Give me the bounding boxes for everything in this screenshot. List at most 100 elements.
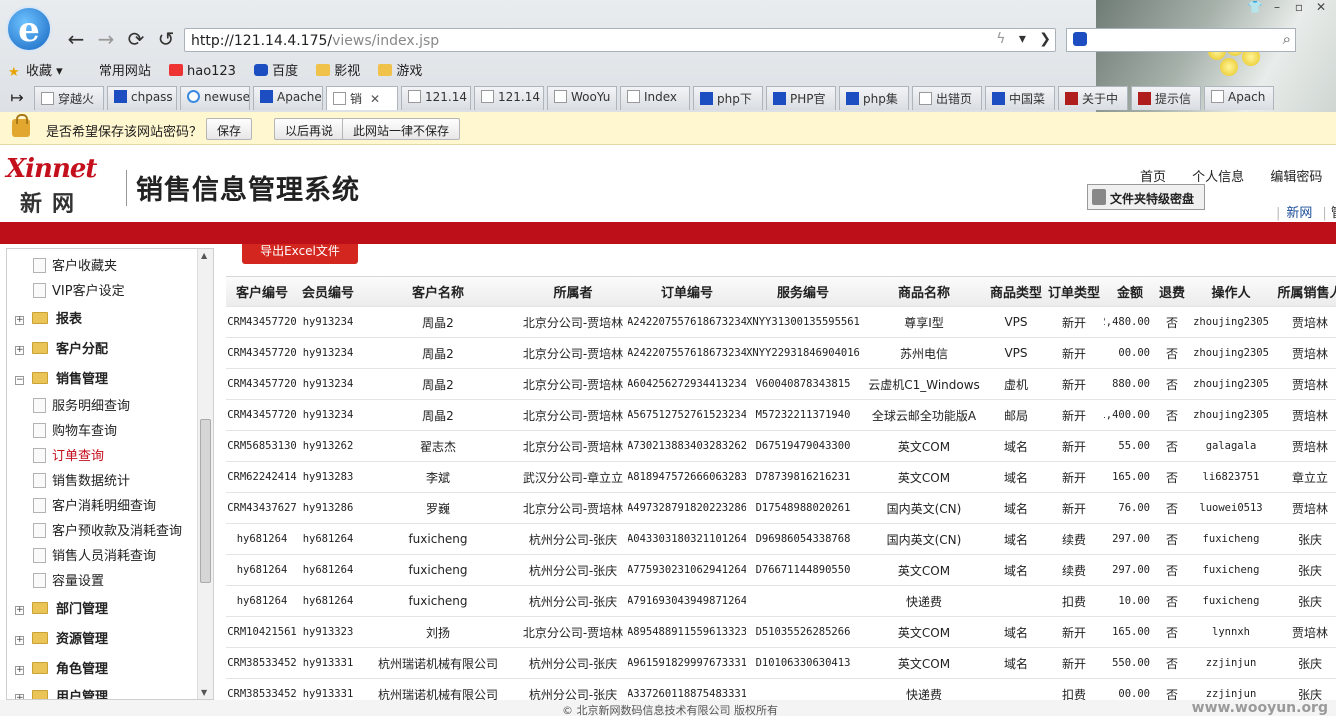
address-url[interactable]: http://121.14.4.175/views/index.jsp — [191, 33, 439, 49]
close-icon[interactable]: ✕ — [1310, 0, 1332, 14]
sidebar-item[interactable]: 销售人员消耗查询 — [33, 545, 156, 565]
browser-tab[interactable]: 121.14 — [474, 86, 544, 110]
sidebar-group[interactable]: + 用户管理 — [15, 686, 108, 699]
bookmark-favorites[interactable]: ★ 收藏 ▾ — [8, 60, 63, 80]
go-icon[interactable]: ❯ — [1039, 31, 1051, 47]
undo-icon[interactable]: ↺ — [154, 28, 178, 50]
bookmark-video[interactable]: 影视 — [316, 60, 360, 79]
column-header[interactable]: 所属销售人 — [1274, 277, 1336, 306]
expand-icon[interactable]: + — [15, 346, 24, 355]
search-icon[interactable]: ⌕ — [1283, 30, 1291, 48]
browser-tab[interactable]: php集 — [839, 86, 909, 110]
sidebar-group[interactable]: + 报表 — [15, 308, 82, 328]
table-row[interactable]: CRM38533452 hy913331 杭州瑞诺机械有限公司 杭州分公司-张庆 A96… — [226, 648, 1336, 679]
sidebar-item[interactable]: 容量设置 — [33, 570, 104, 590]
column-header[interactable]: 客户名称 — [358, 277, 518, 306]
scroll-thumb[interactable] — [200, 419, 211, 583]
column-header[interactable]: 所属者 — [518, 277, 628, 306]
search-input[interactable]: ⌕ — [1066, 28, 1296, 52]
table-row[interactable]: CRM43457720 hy913234 周晶2 北京分公司-贾培林 A24220755… — [226, 307, 1336, 338]
column-header[interactable]: 会员编号 — [298, 277, 358, 306]
nav-cut[interactable]: 管 — [1331, 206, 1336, 221]
table-row[interactable]: CRM43457720 hy913234 周晶2 北京分公司-贾培林 A24220755… — [226, 338, 1336, 369]
forward-icon[interactable]: → — [94, 28, 118, 50]
browser-logo-icon[interactable]: e — [6, 6, 52, 52]
sidebar-group[interactable]: + 客户分配 — [15, 338, 108, 358]
table-row[interactable]: CRM62242414 hy913283 李斌 武汉分公司-章立立 A818947572… — [226, 462, 1336, 493]
browser-tab[interactable]: 中国菜 — [985, 86, 1055, 110]
nav-home[interactable]: 首页 — [1140, 170, 1166, 185]
bookmark-games[interactable]: 游戏 — [378, 60, 422, 79]
browser-tab[interactable]: 销 ✕ — [326, 86, 398, 110]
collapse-icon[interactable]: − — [15, 376, 24, 385]
column-header[interactable]: 订单类型 — [1044, 277, 1104, 306]
never-save-button[interactable]: 此网站一律不保存 — [342, 118, 461, 140]
sidebar-group[interactable]: − 销售管理 — [15, 368, 108, 388]
browser-tab[interactable]: newuse — [180, 86, 250, 110]
expand-icon[interactable]: + — [15, 636, 24, 645]
column-header[interactable]: 服务编号 — [746, 277, 860, 306]
sidebar-group[interactable]: + 资源管理 — [15, 628, 108, 648]
table-row[interactable]: hy681264 hy681264 fuxicheng 杭州分公司-张庆 A043303… — [226, 524, 1336, 555]
browser-tab[interactable]: 提示信 — [1131, 86, 1201, 110]
bookmark-common-sites[interactable]: 常用网站 — [81, 60, 151, 79]
column-header[interactable]: 操作人 — [1188, 277, 1274, 306]
close-tab-icon[interactable]: ✕ — [370, 92, 380, 106]
bookmark-hao123[interactable]: hao123 — [168, 64, 236, 79]
baidu-paw-icon[interactable] — [1073, 32, 1087, 46]
sidebar-item[interactable]: 订单查询 — [33, 445, 104, 465]
table-row[interactable]: hy681264 hy681264 fuxicheng 杭州分公司-张庆 A775930… — [226, 555, 1336, 586]
browser-tab[interactable]: 关于中 — [1058, 86, 1128, 110]
table-row[interactable]: CRM10421561 hy913323 刘扬 北京分公司-贾培林 A895488911… — [226, 617, 1336, 648]
sidebar-item[interactable]: 服务明细查询 — [33, 395, 130, 415]
maximize-icon[interactable]: ▫ — [1288, 0, 1310, 14]
table-row[interactable]: CRM43437627 hy913286 罗巍 北京分公司-贾培林 A497328791… — [226, 493, 1336, 524]
column-header[interactable]: 金额 — [1104, 277, 1156, 306]
table-row[interactable]: CRM56853130 hy913262 翟志杰 北京分公司-贾培林 A73021388… — [226, 431, 1336, 462]
sidebar-item[interactable]: 购物车查询 — [33, 420, 117, 440]
nav-profile[interactable]: 个人信息 — [1192, 170, 1244, 185]
browser-tab[interactable]: PHP官 — [766, 86, 836, 110]
scroll-up-icon[interactable]: ▲ — [201, 251, 207, 260]
browser-tab[interactable]: chpass — [107, 86, 177, 110]
column-header[interactable]: 商品名称 — [860, 277, 988, 306]
sidebar-group[interactable]: + 部门管理 — [15, 598, 108, 618]
sidebar-item[interactable]: 销售数据统计 — [33, 470, 130, 490]
sidebar-toggle-icon[interactable]: ↦ — [0, 86, 34, 110]
column-header[interactable]: 订单编号 — [628, 277, 746, 306]
address-tools[interactable]: ϟ ▾ ❯ — [996, 31, 1051, 47]
sidebar-item[interactable]: 客户收藏夹 — [33, 255, 117, 275]
sidebar-scrollbar[interactable]: ▲ ▼ — [197, 249, 213, 699]
table-row[interactable]: CRM43457720 hy913234 周晶2 北京分公司-贾培林 A60425627… — [226, 369, 1336, 400]
expand-icon[interactable]: + — [15, 666, 24, 675]
column-header[interactable]: 客户编号 — [226, 277, 298, 306]
lightning-icon[interactable]: ϟ — [996, 31, 1005, 47]
export-excel-button[interactable]: 导出Excel文件 — [242, 244, 358, 264]
scroll-down-icon[interactable]: ▼ — [201, 688, 207, 697]
later-button[interactable]: 以后再说 — [274, 118, 345, 140]
expand-icon[interactable]: + — [15, 606, 24, 615]
browser-tab[interactable]: Apache — [253, 86, 323, 110]
browser-tab[interactable]: Apach — [1204, 86, 1274, 110]
sidebar-group[interactable]: + 角色管理 — [15, 658, 108, 678]
nav-edit-password[interactable]: 编辑密码 — [1270, 170, 1322, 185]
column-header[interactable]: 退费 — [1156, 277, 1188, 306]
expand-icon[interactable]: + — [15, 316, 24, 325]
table-row[interactable]: CRM43457720 hy913234 周晶2 北京分公司-贾培林 A56751275… — [226, 400, 1336, 431]
nav-xinnet[interactable]: 新网 — [1286, 206, 1312, 221]
browser-tab[interactable]: 出错页 — [912, 86, 982, 110]
dropdown-icon[interactable]: ▾ — [1019, 31, 1026, 47]
browser-tab[interactable]: WooYu — [547, 86, 617, 110]
address-bar[interactable]: http://121.14.4.175/views/index.jsp ϟ ▾ … — [184, 28, 1056, 52]
table-row[interactable]: hy681264 hy681264 fuxicheng 杭州分公司-张庆 A791693… — [226, 586, 1336, 617]
sidebar-item[interactable]: VIP客户设定 — [33, 280, 125, 300]
sidebar-item[interactable]: 客户预收款及消耗查询 — [33, 520, 182, 540]
shirt-icon[interactable]: 👕 — [1244, 0, 1266, 14]
browser-tab[interactable]: php下 — [693, 86, 763, 110]
browser-tab[interactable]: 121.14 — [401, 86, 471, 110]
browser-tab[interactable]: 穿越火 — [34, 86, 104, 110]
column-header[interactable]: 商品类型 — [988, 277, 1044, 306]
browser-tab[interactable]: Index — [620, 86, 690, 110]
back-icon[interactable]: ← — [64, 28, 88, 50]
minimize-icon[interactable]: – — [1266, 0, 1288, 14]
